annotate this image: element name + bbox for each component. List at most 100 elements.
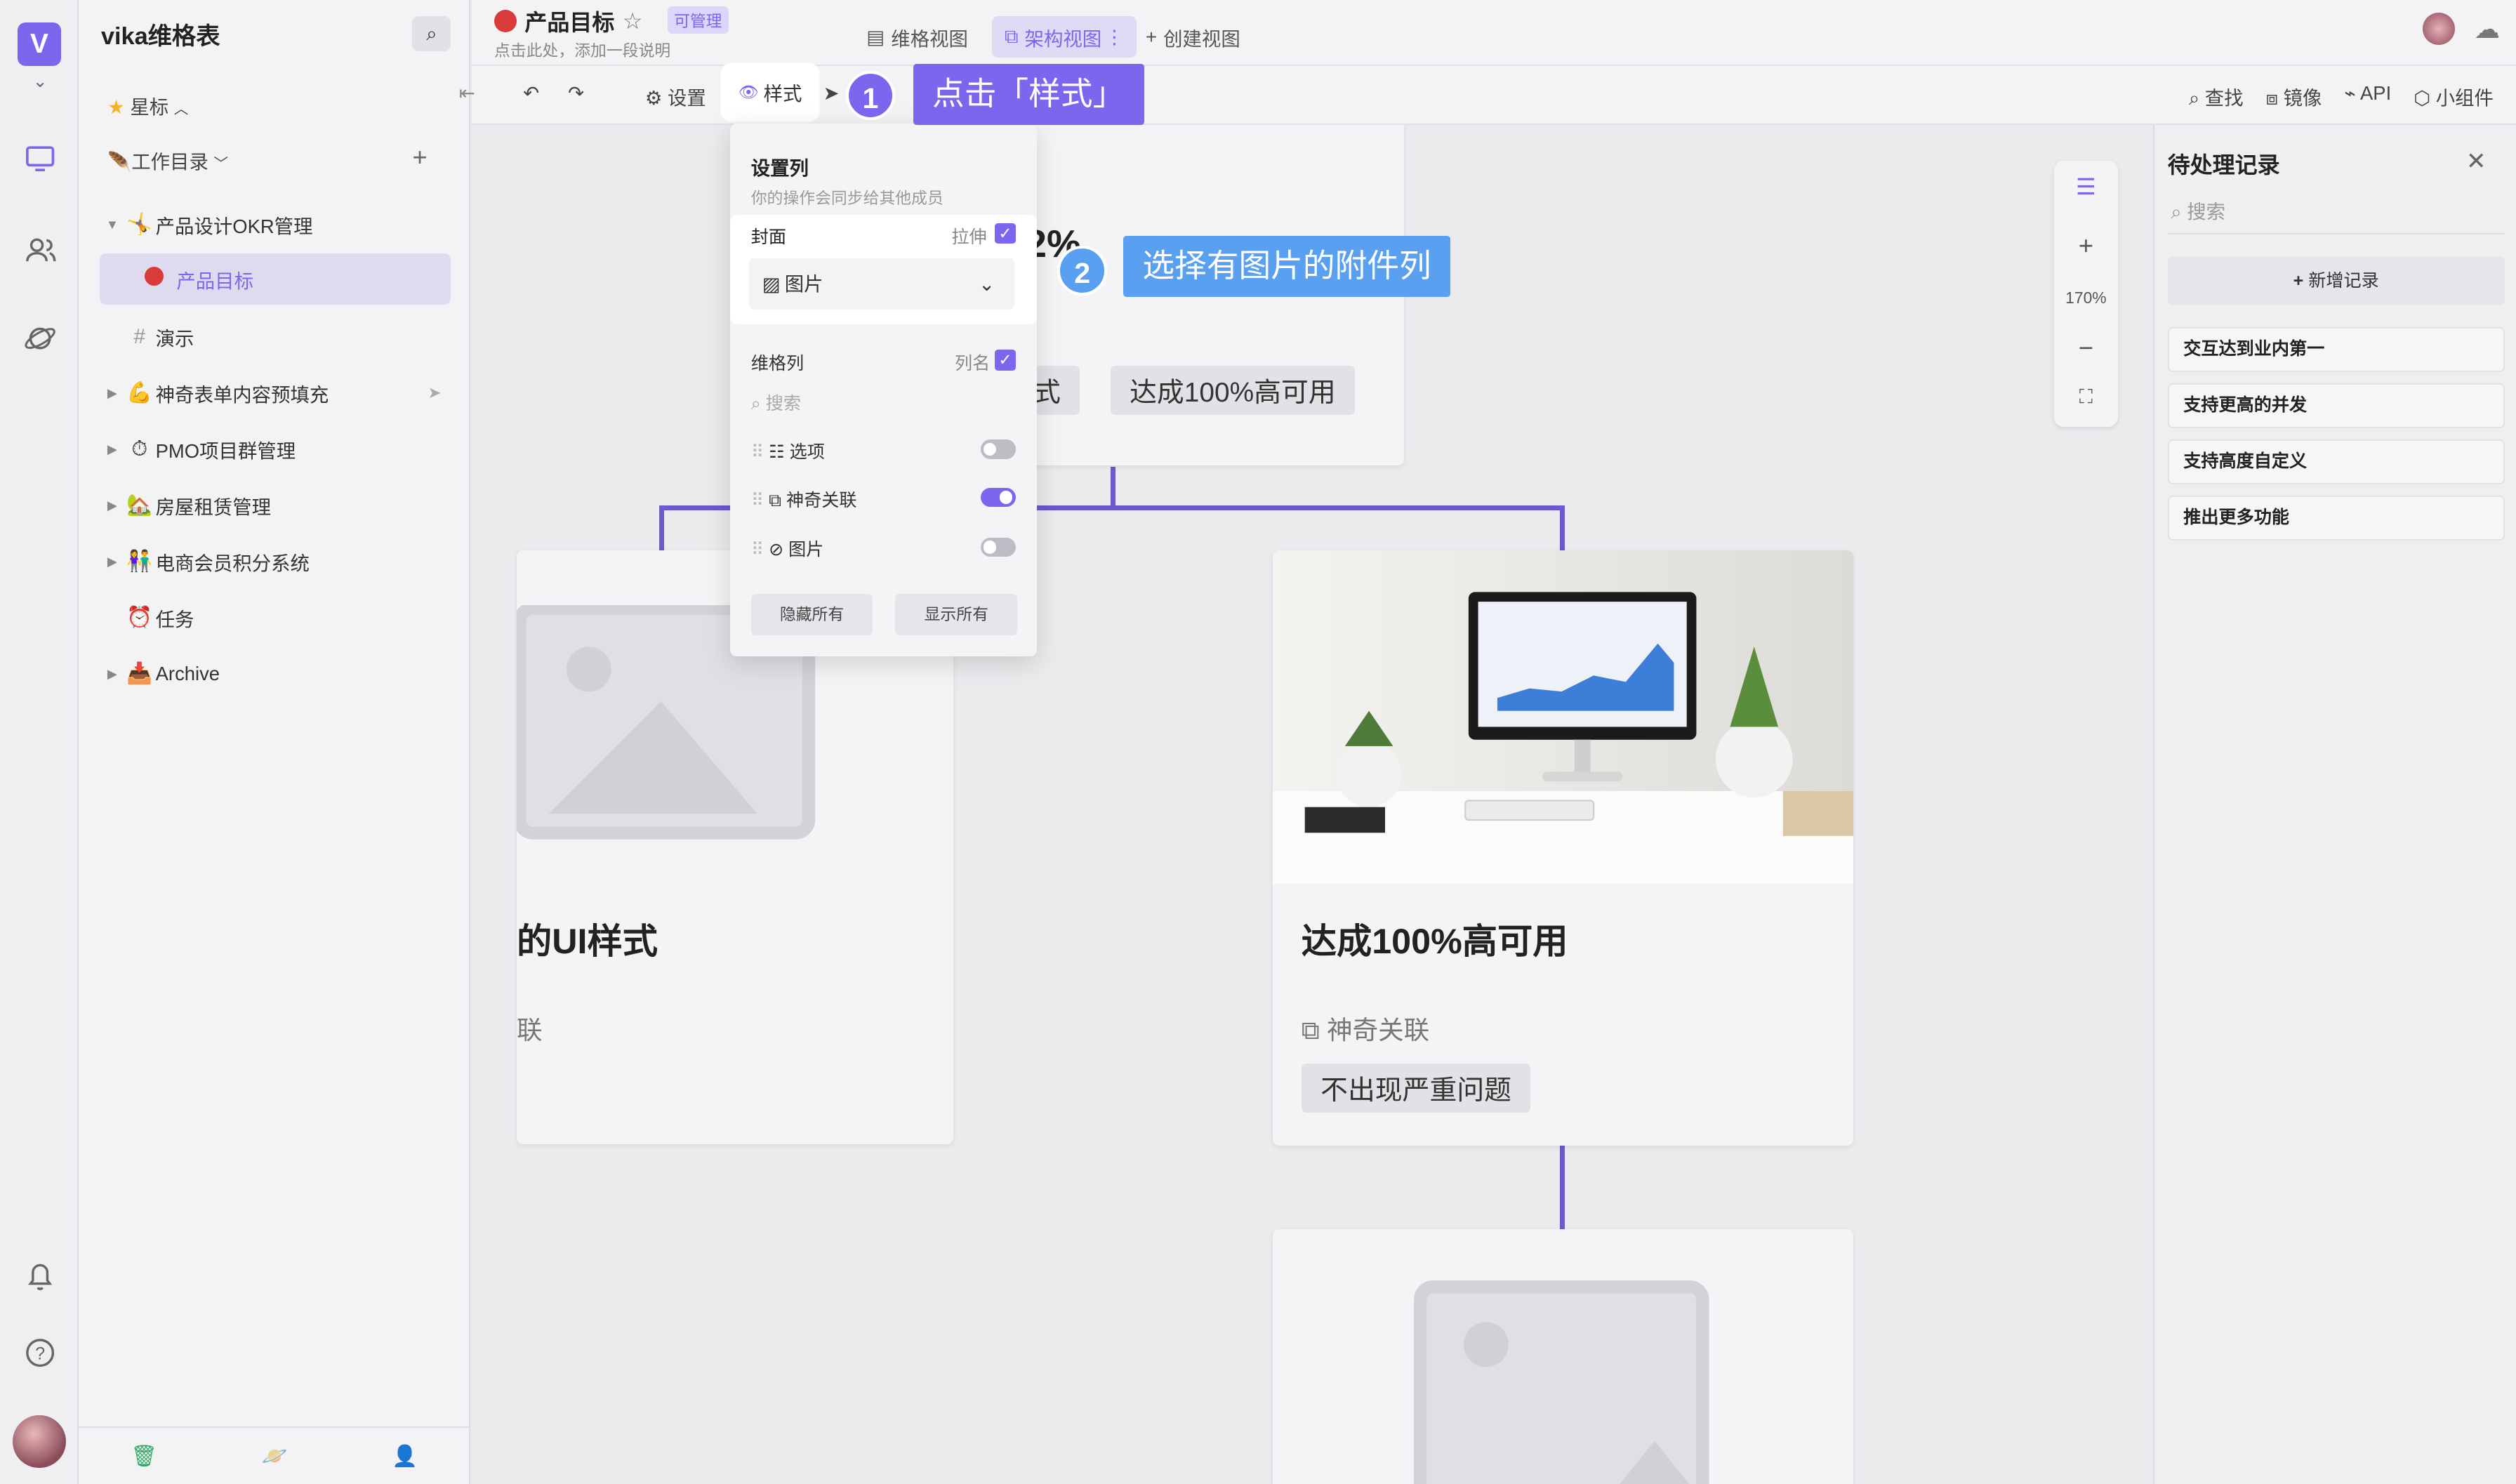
planet-icon[interactable] [22, 321, 58, 356]
panel-title: 待处理记录 [2167, 152, 2280, 178]
zoom-in-icon[interactable]: + [2054, 231, 2118, 260]
help-icon[interactable]: ? [22, 1335, 58, 1370]
tab-grid-view[interactable]: ▤ 维格视图 [854, 16, 981, 58]
pending-record[interactable]: 支持更高的并发 [2167, 383, 2505, 429]
tree-item[interactable]: ▶ 📥 Archive [101, 648, 451, 699]
connector-line [1559, 505, 1565, 550]
image-field-icon: ▨ [762, 272, 781, 295]
search-icon: ⌕ [750, 394, 761, 414]
template-icon[interactable]: 🪐 [262, 1444, 288, 1469]
star-outline-icon[interactable]: ☆ [623, 8, 643, 34]
image-placeholder-icon [1413, 1280, 1709, 1484]
members-icon[interactable] [22, 232, 58, 267]
columns-row: 维格列 列名 ✓ [751, 350, 1016, 375]
invite-member-icon[interactable]: 👤 [392, 1444, 418, 1469]
find-button[interactable]: ⌕ 查找 [2189, 82, 2244, 110]
drag-handle-icon[interactable]: ⠿ [751, 491, 764, 510]
org-chart-icon: ⧉ [1004, 25, 1019, 48]
field-row[interactable]: ⠿ ⧉ 神奇关联 [751, 486, 1016, 512]
api-button[interactable]: ⌁ API [2344, 82, 2391, 110]
stretch-checkbox[interactable]: ✓ [995, 223, 1016, 244]
star-icon: ★ [107, 96, 125, 119]
tree-item[interactable]: ▶ 💪 神奇表单内容预填充 ➤ [101, 367, 451, 418]
tree-item[interactable]: ⏰ 任务 [101, 592, 451, 643]
drag-handle-icon[interactable]: ⠿ [751, 540, 764, 559]
stretch-label: 拉伸 [951, 227, 987, 247]
step-1-callout: 点击「样式」 [913, 64, 1144, 126]
settings-button[interactable]: ⚙ 设置 [645, 82, 706, 110]
chevron-down-icon: ⌄ [979, 272, 995, 295]
search-icon: ⌕ [2171, 200, 2182, 223]
catalog-icon: 🪶 [107, 150, 132, 173]
record-card[interactable] [1272, 1228, 1853, 1484]
mirror-button[interactable]: ⧈ 镜像 [2266, 82, 2322, 110]
close-icon[interactable]: ✕ [2466, 147, 2487, 175]
field-row[interactable]: ⠿ ⊘ 图片 [751, 536, 1016, 561]
style-button[interactable]: 👁 样式 [723, 65, 817, 119]
catalog-section[interactable]: 🪶工作目录 ﹀ [107, 146, 228, 174]
pending-record[interactable]: 支持高度自定义 [2167, 439, 2505, 485]
search-icon[interactable]: ⌕ [412, 15, 451, 52]
options-icon: ☷ [769, 442, 785, 462]
link-icon: ⧉ [769, 490, 782, 510]
zoom-controls: ☰ + 170% − ⛶ [2053, 160, 2119, 427]
cover-image [1272, 550, 1853, 885]
add-node-icon[interactable]: + [412, 143, 427, 172]
toolbar: ⇤ ↶ ↷ ⚙ 设置 👁 样式 ➤ ⌕ 查找 ⧈ 镜像 ⌁ API ⬡ 小组件 [459, 65, 2516, 126]
link-tag: 达成100%高可用 [1110, 366, 1356, 415]
red-dot-icon [494, 9, 517, 32]
attachment-icon: ⊘ [769, 540, 784, 560]
undo-icon[interactable]: ↶ [523, 82, 539, 105]
permission-badge: 可管理 [667, 6, 729, 34]
architecture-canvas[interactable]: 2% 式 达成100%高可用 的UI样式 联 达成100%高可用 ⧉ 神奇关联 … [471, 125, 2154, 1484]
chevron-down-icon[interactable]: ⌄ [22, 71, 58, 106]
collaborator-avatar[interactable] [2423, 13, 2456, 45]
outline-icon[interactable]: ☰ [2054, 173, 2118, 200]
panel-search-input[interactable]: ⌕ 搜索 [2167, 196, 2505, 234]
fit-view-icon[interactable]: ⛶ [2054, 385, 2118, 409]
sidebar: vika维格表 ⌕ ★ 星标 ︿ 🪶工作目录 ﹀ + ▼ 🤸 产品设计OKR管理 产… [78, 0, 470, 1484]
tab-architecture-view[interactable]: ⧉ 架构视图 ⋮ [991, 15, 1137, 58]
cover-field-select[interactable]: ▨ 图片 ⌄ [749, 258, 1014, 310]
connector-line [659, 505, 665, 550]
grid-icon: ▤ [866, 25, 885, 48]
redo-icon[interactable]: ↷ [568, 82, 584, 105]
link-icon: ⧉ [1301, 1015, 1320, 1045]
view-header: 产品目标 ☆ 可管理 点击此处，添加一段说明 ▤ 维格视图 ⧉ 架构视图 ⋮ + 创建视图… [471, 0, 2516, 66]
column-name-checkbox[interactable]: ✓ [995, 350, 1016, 371]
hide-all-button[interactable]: 隐藏所有 [750, 593, 873, 636]
starred-section[interactable]: ★ 星标 ︿ [107, 91, 188, 119]
tree-item[interactable]: ▶ 🏡 房屋租赁管理 [101, 479, 451, 531]
field-row[interactable]: ⠿ ☷ 选项 [751, 438, 1016, 463]
add-record-button[interactable]: + 新增记录 [2167, 256, 2505, 305]
tree-item[interactable]: ▶ ⏱ PMO项目群管理 [101, 423, 451, 475]
description[interactable]: 点击此处，添加一段说明 [494, 37, 670, 61]
field-search-input[interactable]: ⌕ 搜索 [751, 390, 1016, 415]
field-toggle[interactable] [980, 537, 1016, 557]
workbench-icon[interactable] [22, 141, 58, 176]
pending-record[interactable]: 推出更多功能 [2167, 496, 2505, 541]
tree-item[interactable]: ▶ 👫 电商会员积分系统 [101, 536, 451, 587]
card-title: 达成100%高可用 [1301, 920, 1568, 961]
workspace-title: vika维格表 [100, 22, 220, 50]
datasheet-title[interactable]: 产品目标 ☆ [494, 5, 642, 37]
zoom-out-icon[interactable]: − [2054, 333, 2118, 363]
pending-record[interactable]: 交互达到业内第一 [2167, 327, 2505, 373]
collapse-sidebar-icon[interactable]: ⇤ [459, 82, 475, 105]
user-avatar[interactable] [13, 1415, 66, 1469]
connector-line [1559, 1145, 1565, 1229]
tree-item-active[interactable]: 产品目标 [99, 253, 451, 305]
vika-logo[interactable]: V [18, 22, 61, 66]
trash-icon[interactable]: 🗑 [131, 1444, 157, 1469]
widget-button[interactable]: ⬡ 小组件 [2414, 82, 2494, 110]
show-all-button[interactable]: 显示所有 [895, 593, 1018, 636]
tree-item[interactable]: ▼ 🤸 产品设计OKR管理 [101, 199, 451, 250]
bell-icon[interactable] [22, 1258, 58, 1293]
tree-item[interactable]: # 演示 [101, 311, 451, 362]
tab-create-view[interactable]: + 创建视图 [1133, 16, 1253, 58]
record-card-main[interactable]: 达成100%高可用 ⧉ 神奇关联 不出现严重问题 [1272, 550, 1853, 1146]
field-toggle[interactable] [980, 439, 1016, 459]
drag-handle-icon[interactable]: ⠿ [751, 442, 764, 462]
share-arrow-icon[interactable]: ➤ [823, 82, 840, 105]
field-toggle[interactable] [980, 487, 1016, 508]
